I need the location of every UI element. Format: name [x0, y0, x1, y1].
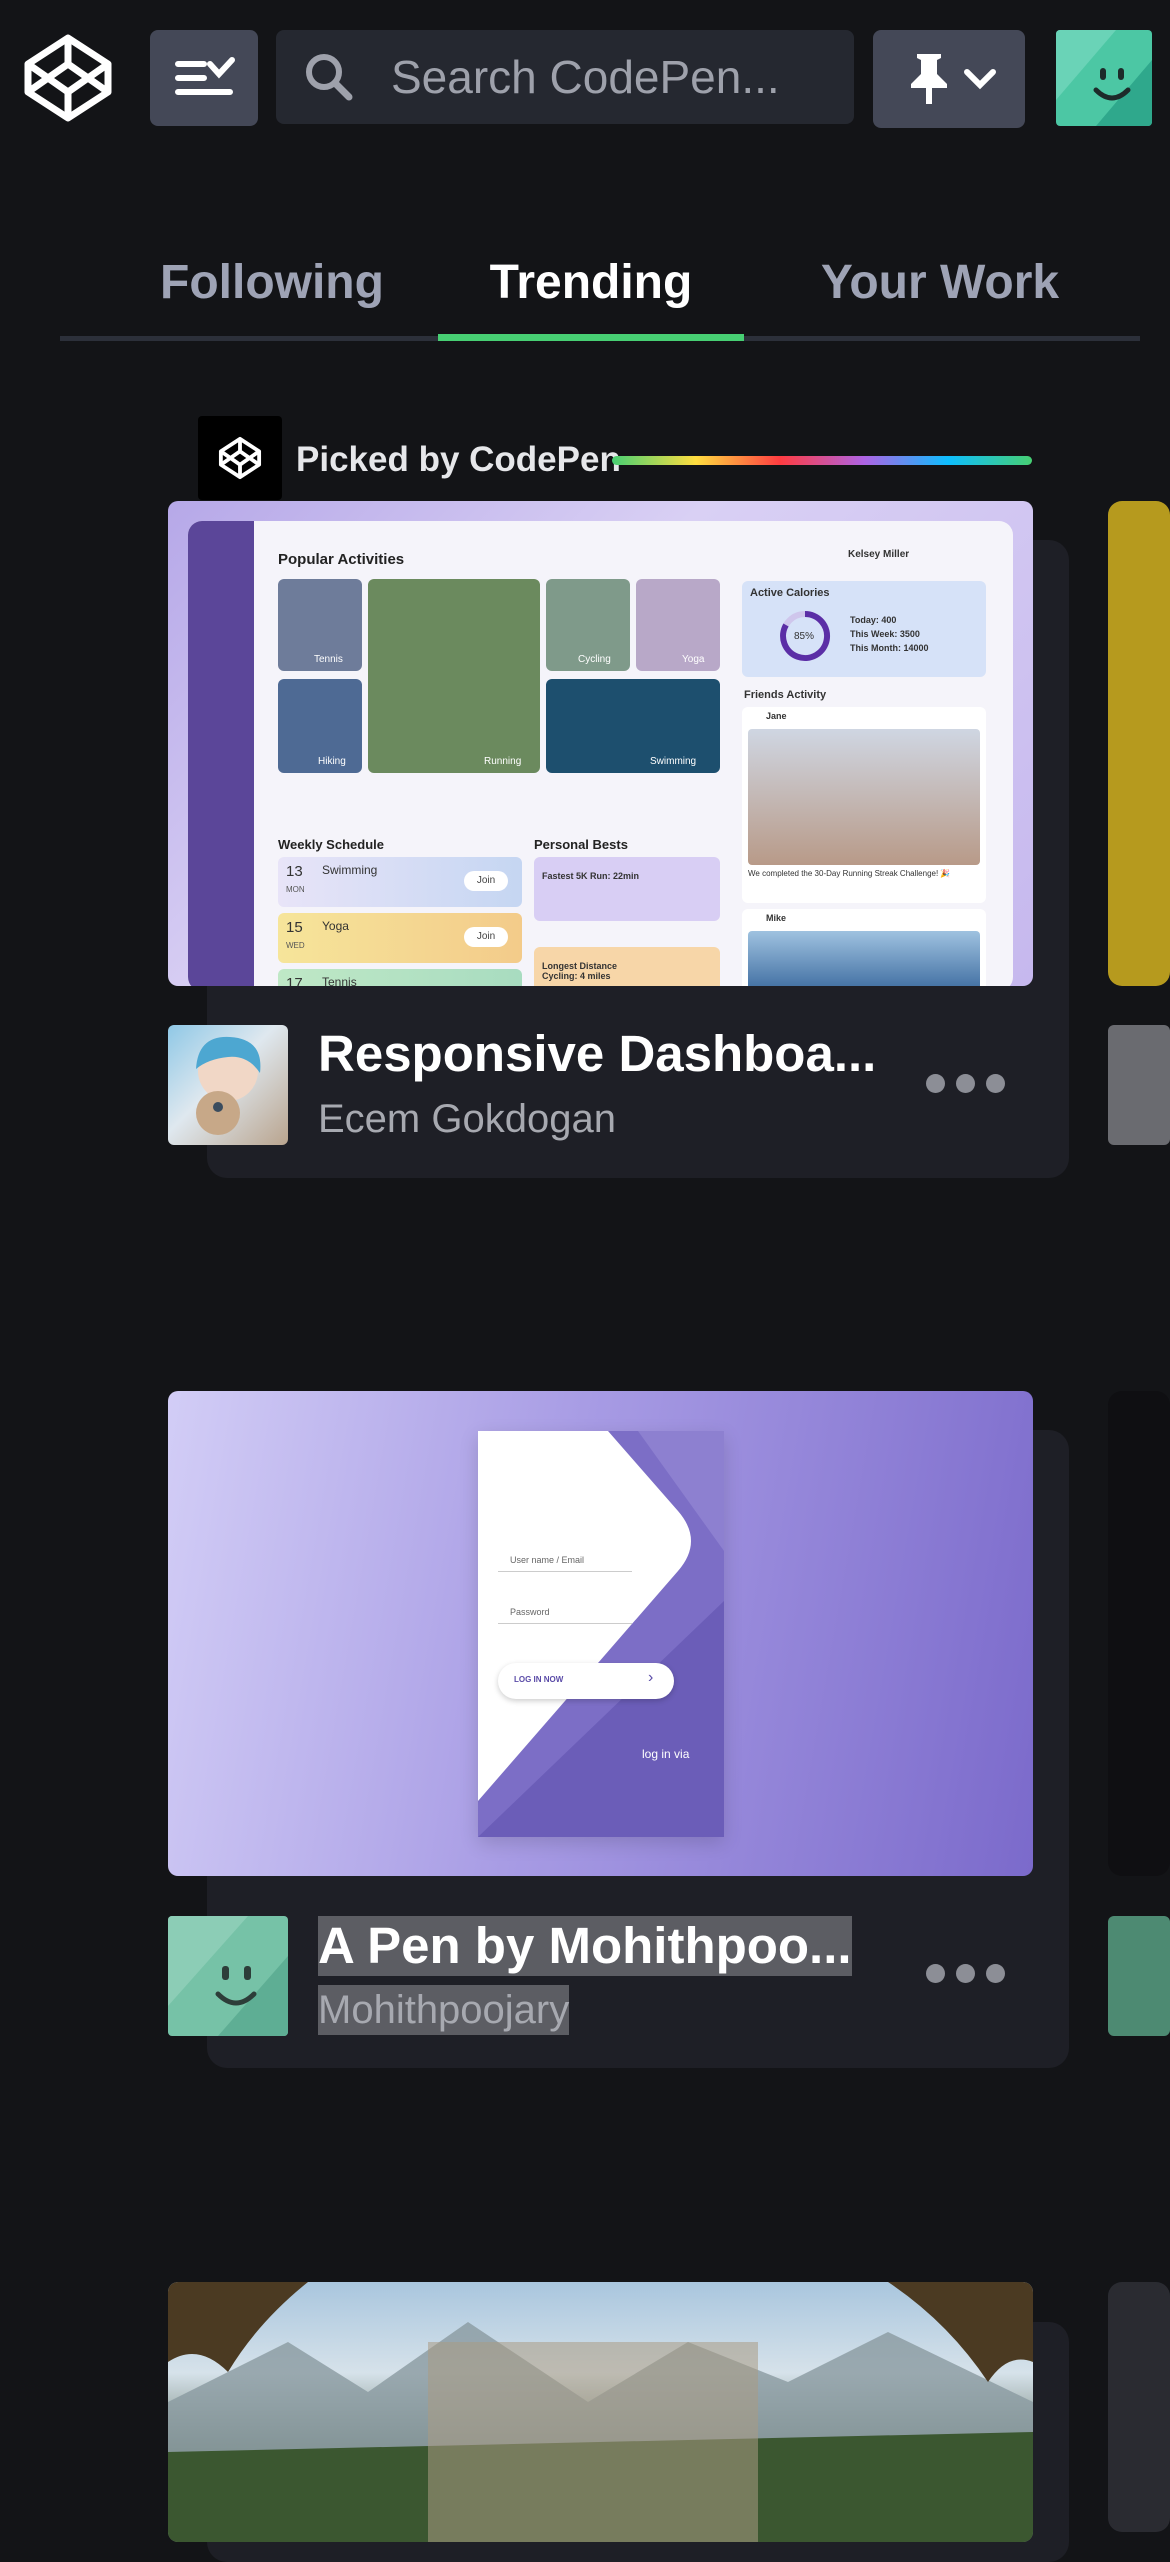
login-panel: User name / Email Password LOG IN NOW › l…: [478, 1431, 724, 1837]
pen-title[interactable]: Responsive Dashboa...: [318, 1024, 876, 1084]
pen-author[interactable]: Mohithpoojary: [318, 1985, 570, 2035]
friend-post: Mike: [742, 909, 986, 986]
activity-tile: Tennis: [278, 579, 362, 671]
chevron-down-icon: [964, 69, 996, 90]
password-label: Password: [510, 1607, 550, 1617]
pen-preview-dashboard[interactable]: Popular Activities Tennis Running Cyclin…: [168, 501, 1033, 986]
tab-trending[interactable]: Trending: [438, 240, 744, 338]
activity-tile: Swimming: [546, 679, 720, 773]
activity-tile: Running: [368, 579, 540, 773]
author-avatar[interactable]: [168, 1025, 288, 1145]
more-options-icon[interactable]: [926, 1068, 1006, 1098]
login-button: LOG IN NOW ›: [498, 1663, 674, 1699]
next-pen-preview[interactable]: [1108, 501, 1170, 986]
schedule-row: 15 WED Yoga Join: [278, 913, 522, 963]
dashboard-window: Popular Activities Tennis Running Cyclin…: [188, 521, 1013, 986]
calories-card: Active Calories 85% Today: 400 This Week…: [742, 581, 986, 677]
next-pen-preview[interactable]: [1108, 2282, 1170, 2532]
picked-rainbow-bar: [612, 456, 1032, 465]
best-card: Fastest 5K Run: 22min: [534, 857, 720, 921]
pen-preview-login[interactable]: User name / Email Password LOG IN NOW › l…: [168, 1391, 1033, 1876]
tab-your-work[interactable]: Your Work: [790, 240, 1090, 338]
author-avatar[interactable]: [168, 1916, 288, 2036]
top-header: Search CodePen...: [0, 0, 1170, 160]
dashboard-heading: Popular Activities: [278, 551, 405, 568]
dashboard-sidebar: [188, 521, 254, 986]
activity-tile: Cycling: [546, 579, 630, 671]
pen-preview-landscape[interactable]: [168, 2282, 1033, 2542]
menu-button[interactable]: [150, 30, 258, 126]
pin-icon: [911, 54, 947, 104]
pins-button[interactable]: [873, 30, 1025, 128]
codepen-badge-icon: [198, 416, 282, 500]
active-tab-indicator: [438, 334, 744, 341]
pen-author[interactable]: Ecem Gokdogan: [318, 1094, 616, 1144]
schedule-title: Weekly Schedule: [278, 837, 384, 852]
login-via-label: log in via: [642, 1747, 690, 1761]
activity-tile: Hiking: [278, 679, 362, 773]
pen-title[interactable]: A Pen by Mohithpoo...: [318, 1916, 852, 1976]
bests-title: Personal Bests: [534, 837, 628, 852]
more-options-icon[interactable]: [926, 1958, 1006, 1988]
codepen-logo-icon[interactable]: [22, 32, 114, 124]
friends-title: Friends Activity: [744, 689, 827, 701]
user-avatar[interactable]: [1056, 30, 1152, 126]
best-card: Longest Distance Cycling: 4 miles: [534, 947, 720, 986]
dashboard-username: Kelsey Miller: [848, 549, 910, 560]
feed-tabs: Following Trending Your Work: [60, 240, 1140, 344]
search-field[interactable]: Search CodePen...: [276, 30, 854, 124]
search-input[interactable]: Search CodePen...: [391, 50, 780, 104]
schedule-row: 17 Tennis: [278, 969, 522, 986]
activity-tile: Yoga: [636, 579, 720, 671]
picked-by-codepen-label: Picked by CodePen: [296, 440, 621, 479]
friend-post: Jane We completed the 30-Day Running Str…: [742, 707, 986, 903]
tab-following[interactable]: Following: [160, 240, 384, 338]
next-pen-preview[interactable]: [1108, 1391, 1170, 1876]
list-check-icon: [175, 57, 235, 95]
next-author-avatar[interactable]: [1108, 1916, 1170, 2036]
search-icon: [306, 54, 353, 101]
schedule-row: 13 MON Swimming Join: [278, 857, 522, 907]
username-label: User name / Email: [510, 1555, 585, 1565]
next-author-avatar[interactable]: [1108, 1025, 1170, 1145]
